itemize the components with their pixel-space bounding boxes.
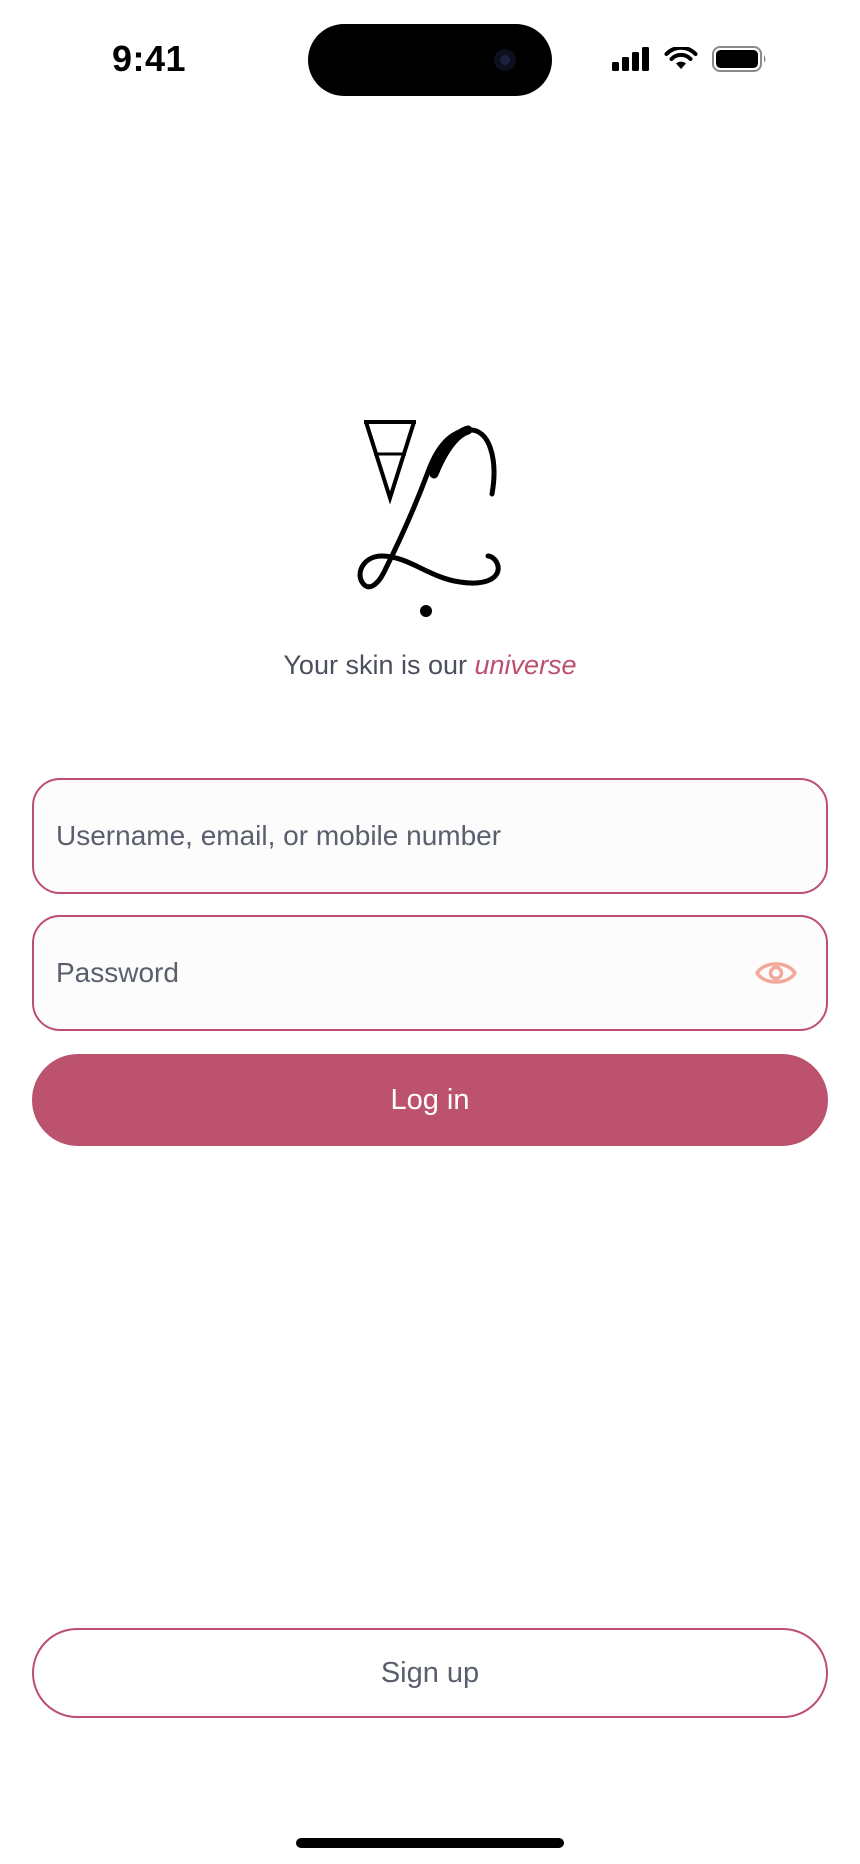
status-time: 9:41 [112,38,187,79]
username-field[interactable] [32,778,828,894]
tagline-accent: universe [474,650,577,680]
tagline: Your skin is our universe [0,650,860,681]
login-button[interactable]: Log in [32,1054,828,1146]
username-input[interactable] [56,780,756,892]
eye-icon[interactable] [754,953,798,993]
tagline-text: Your skin is our [283,650,475,680]
dynamic-island [308,24,552,96]
front-camera-icon [494,49,516,71]
wifi-icon [664,46,698,69]
status-icons [612,46,768,72]
status-bar: 9:41 [0,0,860,120]
brand-logo-icon [357,420,501,617]
password-input[interactable] [56,917,756,1029]
battery-icon [712,46,766,72]
home-indicator[interactable] [296,1838,564,1848]
password-field[interactable] [32,915,828,1031]
signup-button[interactable]: Sign up [32,1628,828,1718]
cellular-signal-icon [612,47,649,71]
